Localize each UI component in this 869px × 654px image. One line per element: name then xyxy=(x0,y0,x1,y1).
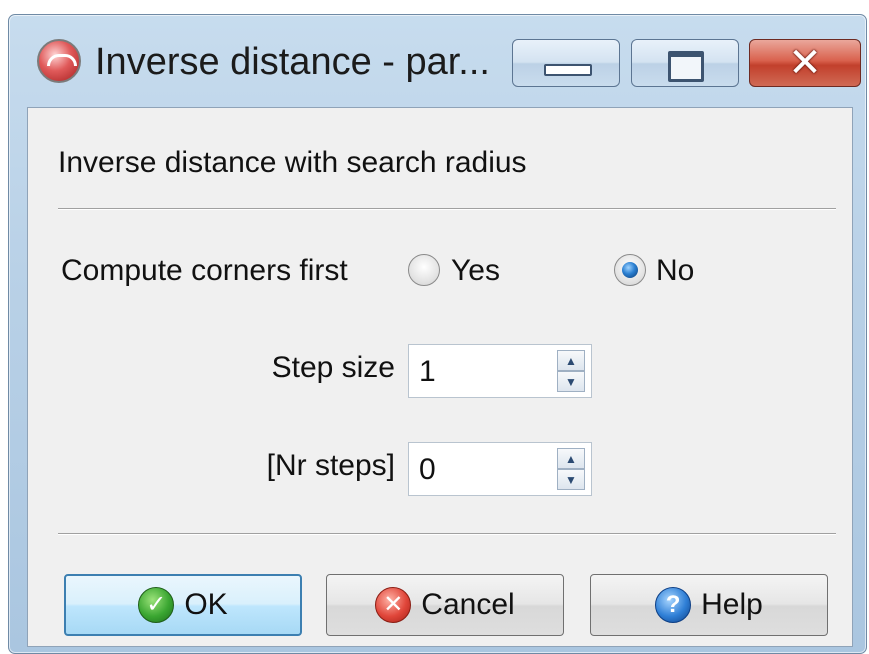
maximize-icon xyxy=(668,51,704,82)
spin-up-icon[interactable]: ▲ xyxy=(557,448,585,469)
app-icon xyxy=(37,39,81,83)
nr-steps-value[interactable]: 0 xyxy=(419,453,436,487)
check-icon: ✓ xyxy=(138,587,175,623)
divider xyxy=(58,208,836,210)
help-button-label: Help xyxy=(701,588,763,621)
step-size-spinner[interactable]: 1 ▲ ▼ xyxy=(408,344,592,398)
close-icon: ✕ xyxy=(788,41,822,85)
step-size-value[interactable]: 1 xyxy=(419,355,436,389)
title-bar[interactable]: Inverse distance - par... ✕ xyxy=(9,15,866,107)
dialog-subtitle: Inverse distance with search radius xyxy=(58,146,527,179)
divider xyxy=(58,533,836,535)
step-size-label: Step size xyxy=(271,351,395,384)
nr-steps-arrows: ▲ ▼ xyxy=(557,448,585,490)
spin-down-icon[interactable]: ▼ xyxy=(557,469,585,490)
dialog-window: Inverse distance - par... ✕ Inverse dist… xyxy=(8,14,867,654)
radio-yes-label[interactable]: Yes xyxy=(451,254,500,288)
spin-down-icon[interactable]: ▼ xyxy=(557,371,585,392)
cancel-icon: ✕ xyxy=(375,587,412,623)
help-icon: ? xyxy=(655,587,692,623)
minimize-button[interactable] xyxy=(512,39,620,87)
ok-button[interactable]: ✓ OK xyxy=(64,574,302,636)
maximize-button[interactable] xyxy=(631,39,739,87)
help-button[interactable]: ? Help xyxy=(590,574,828,636)
close-button[interactable]: ✕ xyxy=(749,39,861,87)
window-title: Inverse distance - par... xyxy=(95,41,490,83)
radio-no-label[interactable]: No xyxy=(656,254,694,288)
radio-yes[interactable] xyxy=(408,254,440,286)
cancel-button-label: Cancel xyxy=(421,588,515,621)
cancel-button[interactable]: ✕ Cancel xyxy=(326,574,564,636)
radio-no[interactable] xyxy=(614,254,646,286)
dialog-body: Inverse distance with search radius Comp… xyxy=(27,107,853,647)
step-size-arrows: ▲ ▼ xyxy=(557,350,585,392)
compute-corners-label: Compute corners first xyxy=(61,254,348,287)
spin-up-icon[interactable]: ▲ xyxy=(557,350,585,371)
ok-button-label: OK xyxy=(184,588,228,621)
nr-steps-spinner[interactable]: 0 ▲ ▼ xyxy=(408,442,592,496)
minimize-icon xyxy=(544,64,592,76)
radio-selected-dot xyxy=(622,262,638,278)
nr-steps-label: [Nr steps] xyxy=(266,449,395,482)
